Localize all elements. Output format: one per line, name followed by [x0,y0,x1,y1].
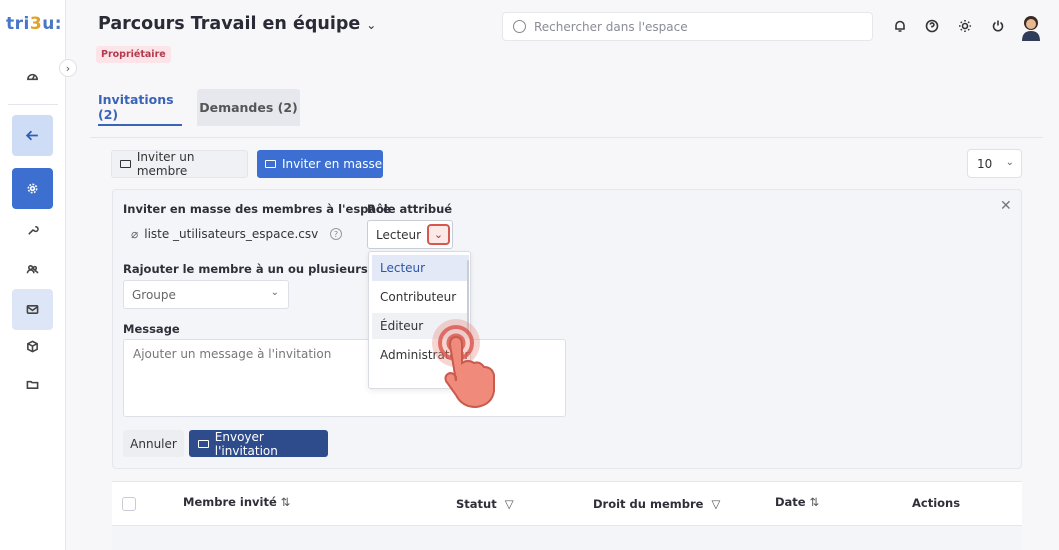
chevron-down-icon: ⌄ [1005,157,1014,168]
folder-icon[interactable] [12,364,53,405]
sort-icon[interactable]: ⇅ [810,495,820,509]
group-label: Rajouter le membre à un ou plusieurs gro… [123,262,410,276]
cancel-button[interactable]: Annuler [123,430,184,457]
attached-file[interactable]: ⌀ liste _utilisateurs_espace.csv [131,227,318,241]
mail-icon [120,160,131,168]
settings-icon[interactable] [12,168,53,209]
power-icon[interactable] [990,18,1005,33]
mail-icon [198,439,209,448]
send-invitation-button[interactable]: Envoyer l'invitation [189,430,328,458]
invite-bulk-button[interactable]: Inviter en masse [257,150,383,178]
role-option-contributeur[interactable]: Contributeur [372,284,469,310]
sun-icon[interactable] [957,18,972,33]
tab-invitations[interactable]: Invitations (2) [98,89,182,126]
role-option-lecteur[interactable]: Lecteur [372,255,469,281]
space-title[interactable]: Parcours Travail en équipe ⌄ [98,14,376,34]
column-droit-du-membre[interactable]: Droit du membre ▽ [593,497,720,511]
chevron-down-icon: ⌄ [270,287,279,298]
paperclip-icon: ⌀ [131,227,139,241]
column-date[interactable]: Date ⇅ [775,495,819,509]
page-size-select[interactable]: 10 ⌄ [967,149,1022,178]
close-icon[interactable]: ✕ [1000,198,1012,214]
invite-member-button[interactable]: Inviter un membre [111,150,248,178]
help-icon[interactable] [924,18,939,33]
sidebar: tri3u: [0,0,66,550]
column-membre-invite[interactable]: Membre invité ⇅ [183,495,290,509]
filter-icon[interactable]: ▽ [711,497,720,511]
back-arrow-icon[interactable] [12,115,53,156]
tribu-logo[interactable]: tri3u: [6,14,62,34]
members-icon[interactable] [12,249,53,290]
group-select[interactable]: Groupe ⌄ [123,280,289,309]
bulk-label: Inviter en masse des membres à l'espace [123,202,391,216]
mail-icon [265,160,276,168]
column-statut[interactable]: Statut ▽ [456,497,514,511]
chevron-down-icon: ⌄ [366,18,377,32]
role-label: Rôle attribué [367,202,453,216]
expand-sidebar-button[interactable]: › [59,59,77,77]
select-all-checkbox[interactable] [122,497,136,511]
search-icon [513,20,526,33]
role-badge: Propriétaire [96,46,171,63]
message-label: Message [123,322,180,336]
pointer-hand-icon [432,319,495,409]
chevron-down-icon[interactable]: ⌄ [427,224,450,245]
filter-icon[interactable]: ▽ [505,497,514,511]
avatar[interactable] [1019,13,1043,41]
sort-icon[interactable]: ⇅ [281,495,291,509]
dashboard-icon[interactable] [12,56,53,97]
mail-icon[interactable] [12,289,53,330]
cube-icon[interactable] [12,326,53,367]
table-row[interactable] [112,525,1022,550]
search-input[interactable]: Rechercher dans l'espace [502,12,873,41]
column-actions: Actions [912,496,961,510]
tab-demandes[interactable]: Demandes (2) [197,89,300,126]
help-icon[interactable]: ? [330,228,342,240]
bell-icon[interactable] [892,18,907,33]
tools-icon[interactable] [12,210,53,251]
